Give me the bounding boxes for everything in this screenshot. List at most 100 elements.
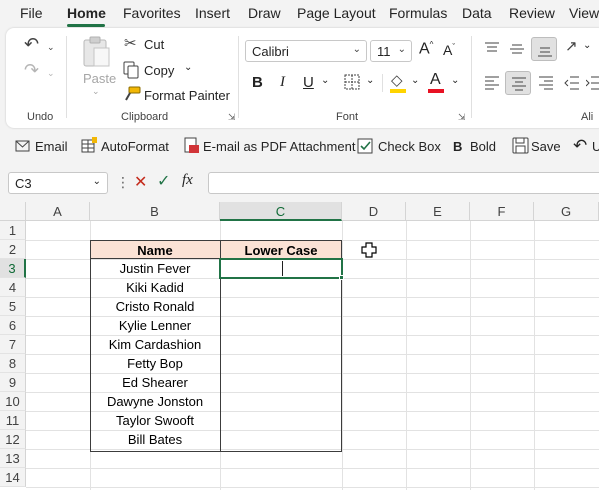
row-header-8[interactable]: 8: [0, 354, 26, 373]
redo-dropdown-icon[interactable]: ⌄: [47, 65, 55, 81]
cut-button[interactable]: Cut: [144, 37, 164, 52]
font-color-dropdown-icon[interactable]: ⌄: [451, 75, 459, 86]
tab-view[interactable]: View: [569, 5, 599, 21]
paste-button[interactable]: Paste ⌄: [76, 34, 116, 96]
bottom-align-button[interactable]: [531, 37, 557, 61]
redo-icon[interactable]: ↷: [24, 61, 39, 79]
row-header-6[interactable]: 6: [0, 316, 26, 335]
insert-function-button[interactable]: fx: [182, 172, 193, 189]
tab-home[interactable]: Home: [67, 5, 106, 21]
chevron-down-icon: ⌄: [352, 44, 361, 55]
font-launcher-icon[interactable]: ⇲: [458, 112, 466, 123]
font-name-select[interactable]: Calibri ⌄: [245, 40, 367, 62]
row-header-4[interactable]: 4: [0, 278, 26, 297]
bold-button[interactable]: B: [252, 74, 263, 91]
row-header-3[interactable]: 3: [0, 259, 26, 278]
gridline: [26, 487, 599, 488]
tab-favorites[interactable]: Favorites: [123, 5, 181, 21]
top-align-icon[interactable]: [484, 42, 500, 56]
checkbox-icon: [357, 138, 373, 154]
column-header-b[interactable]: B: [90, 202, 220, 221]
divider: [382, 74, 383, 92]
row-header-1[interactable]: 1: [0, 221, 26, 240]
align-center-button[interactable]: [505, 71, 531, 95]
custom-toolbar: Email AutoFormat E-mail as PDF Attachmen…: [0, 130, 599, 164]
column-header-a[interactable]: A: [26, 202, 90, 221]
confirm-entry-icon[interactable]: ✓: [157, 171, 170, 191]
column-header-c[interactable]: C: [220, 202, 342, 221]
italic-button[interactable]: I: [280, 74, 285, 91]
borders-dropdown-icon[interactable]: ⌄: [366, 75, 374, 86]
row-header-11[interactable]: 11: [0, 411, 26, 430]
tab-page-layout[interactable]: Page Layout: [297, 5, 376, 21]
tab-data[interactable]: Data: [462, 5, 492, 21]
autoformat-button[interactable]: AutoFormat: [101, 139, 169, 154]
fill-color-icon[interactable]: ◇: [391, 73, 403, 89]
row-header-9[interactable]: 9: [0, 373, 26, 392]
font-color-button[interactable]: A: [430, 71, 441, 89]
copy-dropdown-icon[interactable]: ⌄: [184, 62, 192, 73]
row-header-10[interactable]: 10: [0, 392, 26, 411]
more-options-icon[interactable]: ⋮: [116, 174, 130, 191]
row-header-2[interactable]: 2: [0, 240, 26, 259]
undo-dropdown-icon[interactable]: ⌄: [47, 39, 55, 55]
undo-quick-icon[interactable]: ↶: [573, 136, 587, 156]
tab-review[interactable]: Review: [509, 5, 555, 21]
shrink-font-icon: A: [443, 42, 453, 58]
pdf-attachment-icon: [184, 137, 199, 153]
active-cell-c3[interactable]: [219, 258, 343, 279]
formula-input[interactable]: [208, 172, 599, 194]
row-header-7[interactable]: 7: [0, 335, 26, 354]
format-painter-icon: [125, 86, 141, 101]
clipboard-launcher-icon[interactable]: ⇲: [228, 112, 236, 123]
tab-file[interactable]: File: [20, 5, 43, 21]
email-icon: [15, 140, 30, 152]
tab-formulas[interactable]: Formulas: [389, 5, 447, 21]
orientation-icon[interactable]: ↗: [565, 39, 578, 55]
tab-draw[interactable]: Draw: [248, 5, 281, 21]
email-pdf-button[interactable]: E-mail as PDF Attachment: [203, 139, 355, 154]
orientation-dropdown-icon[interactable]: ⌄: [583, 40, 591, 51]
bold-icon: B: [453, 139, 463, 154]
tab-insert[interactable]: Insert: [195, 5, 230, 21]
row-header-12[interactable]: 12: [0, 430, 26, 449]
copy-button[interactable]: Copy: [144, 63, 174, 78]
name-box[interactable]: C3 ⌄: [8, 172, 108, 194]
ribbon: ↶ ⌄ ↷ ⌄ Undo Paste ⌄ ✂ Cut Copy ⌄ Format…: [6, 28, 599, 128]
font-color-swatch: [428, 89, 444, 93]
column-header-g[interactable]: G: [534, 202, 599, 221]
column-header-e[interactable]: E: [406, 202, 470, 221]
column-header-d[interactable]: D: [342, 202, 406, 221]
grow-font-button[interactable]: A^: [419, 40, 433, 58]
fill-color-dropdown-icon[interactable]: ⌄: [411, 75, 419, 86]
font-size-select[interactable]: 11 ⌄: [370, 40, 412, 62]
group-label-alignment: Ali: [581, 111, 594, 123]
save-button[interactable]: Save: [531, 139, 561, 154]
group-divider: [238, 36, 239, 118]
middle-align-icon[interactable]: [509, 42, 525, 56]
row-header-5[interactable]: 5: [0, 297, 26, 316]
bold-quick-button[interactable]: Bold: [470, 139, 496, 154]
borders-icon[interactable]: [344, 74, 360, 90]
underline-dropdown-icon[interactable]: ⌄: [321, 75, 329, 86]
undo-quick-label[interactable]: U: [592, 139, 599, 154]
bottom-align-icon: [538, 47, 552, 57]
cancel-entry-icon[interactable]: ✕: [134, 172, 147, 192]
column-header-f[interactable]: F: [470, 202, 534, 221]
undo-icon[interactable]: ↶: [24, 35, 39, 53]
chevron-down-icon: ⌄: [397, 44, 406, 55]
row-header-13[interactable]: 13: [0, 449, 26, 468]
underline-button[interactable]: U: [303, 74, 314, 91]
align-right-icon[interactable]: [538, 76, 554, 90]
paste-dropdown-icon: ⌄: [92, 86, 100, 96]
shrink-font-button[interactable]: Aˇ: [443, 42, 455, 58]
decrease-indent-icon[interactable]: [564, 76, 580, 90]
format-painter-button[interactable]: Format Painter: [144, 88, 230, 103]
fill-handle[interactable]: [339, 275, 344, 280]
align-left-icon[interactable]: [484, 76, 500, 90]
row-header-14[interactable]: 14: [0, 468, 26, 487]
email-button[interactable]: Email: [35, 139, 68, 154]
select-all-button[interactable]: [0, 202, 26, 221]
check-box-button[interactable]: Check Box: [378, 139, 441, 154]
increase-indent-icon[interactable]: [586, 76, 599, 90]
